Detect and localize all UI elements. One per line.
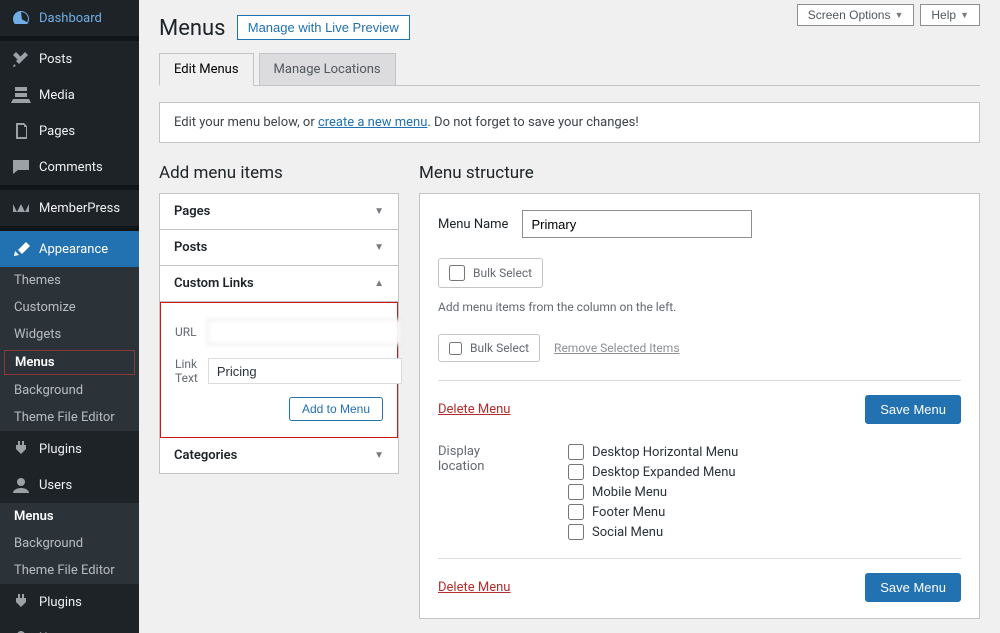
accordion-custom-links[interactable]: Custom Links▲ xyxy=(160,266,398,302)
save-menu-button[interactable]: Save Menu xyxy=(865,395,961,424)
tab-edit-menus[interactable]: Edit Menus xyxy=(159,53,254,86)
sidebar-label: Dashboard xyxy=(39,11,102,26)
page-title: Menus xyxy=(159,16,226,41)
dashboard-icon xyxy=(11,8,31,28)
menu-name-label: Menu Name xyxy=(438,217,508,232)
caret-down-icon: ▼ xyxy=(960,10,969,20)
sidebar-item-comments[interactable]: Comments xyxy=(0,149,139,185)
sidebar-item-posts[interactable]: Posts xyxy=(0,41,139,77)
notice-bar: Edit your menu below, or create a new me… xyxy=(159,102,980,143)
sidebar-sub-themes[interactable]: Themes xyxy=(0,267,139,294)
location-option[interactable]: Mobile Menu xyxy=(568,484,738,500)
sidebar-sub-background[interactable]: Background xyxy=(0,377,139,404)
sidebar-sub-customize[interactable]: Customize xyxy=(0,294,139,321)
sidebar-item-plugins-2[interactable]: Plugins xyxy=(0,584,139,620)
accordion-pages[interactable]: Pages▼ xyxy=(160,194,398,230)
menu-name-input[interactable] xyxy=(522,210,752,238)
sidebar-item-users[interactable]: Users xyxy=(0,467,139,503)
comments-icon xyxy=(11,157,31,177)
save-menu-button-2[interactable]: Save Menu xyxy=(865,573,961,602)
location-option[interactable]: Footer Menu xyxy=(568,504,738,520)
bulk-select-bottom[interactable]: Bulk Select xyxy=(438,334,540,362)
memberpress-icon xyxy=(11,198,31,218)
location-option[interactable]: Social Menu xyxy=(568,524,738,540)
pin-icon xyxy=(11,49,31,69)
help-button[interactable]: Help▼ xyxy=(920,4,980,26)
divider xyxy=(438,558,961,559)
location-option[interactable]: Desktop Expanded Menu xyxy=(568,464,738,480)
empty-hint: Add menu items from the column on the le… xyxy=(438,300,961,314)
url-label: URL xyxy=(175,325,197,339)
sidebar-sub-widgets[interactable]: Widgets xyxy=(0,321,139,348)
sidebar-item-plugins[interactable]: Plugins xyxy=(0,431,139,467)
display-location-label: Display location xyxy=(438,444,528,540)
url-input[interactable] xyxy=(207,319,401,345)
add-menu-items-title: Add menu items xyxy=(159,163,399,183)
pages-icon xyxy=(11,121,31,141)
screen-options-button[interactable]: Screen Options▼ xyxy=(797,4,915,26)
sidebar-sub-theme-file-editor-2[interactable]: Theme File Editor xyxy=(0,557,139,584)
users-icon xyxy=(11,628,31,633)
accordion-posts[interactable]: Posts▼ xyxy=(160,230,398,266)
sidebar-item-pages[interactable]: Pages xyxy=(0,113,139,149)
sidebar-item-users-2[interactable]: Users xyxy=(0,620,139,633)
sidebar-sub-menus[interactable]: Menus xyxy=(4,350,135,375)
tab-manage-locations[interactable]: Manage Locations xyxy=(259,53,396,85)
remove-selected-link[interactable]: Remove Selected Items xyxy=(554,341,679,355)
caret-down-icon: ▼ xyxy=(374,206,384,217)
link-text-label: Link Text xyxy=(175,357,198,385)
sidebar-label: Posts xyxy=(39,52,72,67)
sidebar-label: Pages xyxy=(39,124,75,139)
custom-links-panel: URL Link Text Add to Menu xyxy=(160,302,398,438)
sidebar-label: Comments xyxy=(39,160,103,175)
sidebar-label: Media xyxy=(39,88,75,103)
divider xyxy=(438,380,961,381)
sidebar-sub-theme-file-editor[interactable]: Theme File Editor xyxy=(0,404,139,431)
sidebar-item-memberpress[interactable]: MemberPress xyxy=(0,190,139,226)
delete-menu-link-2[interactable]: Delete Menu xyxy=(438,580,510,595)
sidebar-label: Appearance xyxy=(39,242,108,257)
bulk-select-checkbox[interactable] xyxy=(449,265,465,281)
sidebar-label: MemberPress xyxy=(39,201,120,216)
link-text-input[interactable] xyxy=(208,358,402,384)
sidebar-item-dashboard[interactable]: Dashboard xyxy=(0,0,139,36)
bulk-select-top[interactable]: Bulk Select xyxy=(438,258,543,288)
add-to-menu-button[interactable]: Add to Menu xyxy=(289,397,383,421)
brush-icon xyxy=(11,239,31,259)
menu-structure-title: Menu structure xyxy=(419,163,980,183)
caret-up-icon: ▲ xyxy=(374,278,384,289)
sidebar-sub-menus-2[interactable]: Menus xyxy=(0,503,139,530)
sidebar-label: Users xyxy=(39,478,72,493)
plugin-icon xyxy=(11,439,31,459)
bulk-select-checkbox-2[interactable] xyxy=(449,342,462,355)
create-menu-link[interactable]: create a new menu xyxy=(318,115,427,130)
sidebar-label: Plugins xyxy=(39,595,82,610)
sidebar-item-appearance[interactable]: Appearance xyxy=(0,231,139,267)
delete-menu-link[interactable]: Delete Menu xyxy=(438,402,510,417)
live-preview-button[interactable]: Manage with Live Preview xyxy=(237,15,410,40)
sidebar-item-media[interactable]: Media xyxy=(0,77,139,113)
location-option[interactable]: Desktop Horizontal Menu xyxy=(568,444,738,460)
sidebar-label: Plugins xyxy=(39,442,82,457)
caret-down-icon: ▼ xyxy=(894,10,903,20)
sidebar-sub-background-2[interactable]: Background xyxy=(0,530,139,557)
plugin-icon xyxy=(11,592,31,612)
media-icon xyxy=(11,85,31,105)
caret-down-icon: ▼ xyxy=(374,450,384,461)
caret-down-icon: ▼ xyxy=(374,242,384,253)
users-icon xyxy=(11,475,31,495)
accordion-categories[interactable]: Categories▼ xyxy=(160,438,398,473)
